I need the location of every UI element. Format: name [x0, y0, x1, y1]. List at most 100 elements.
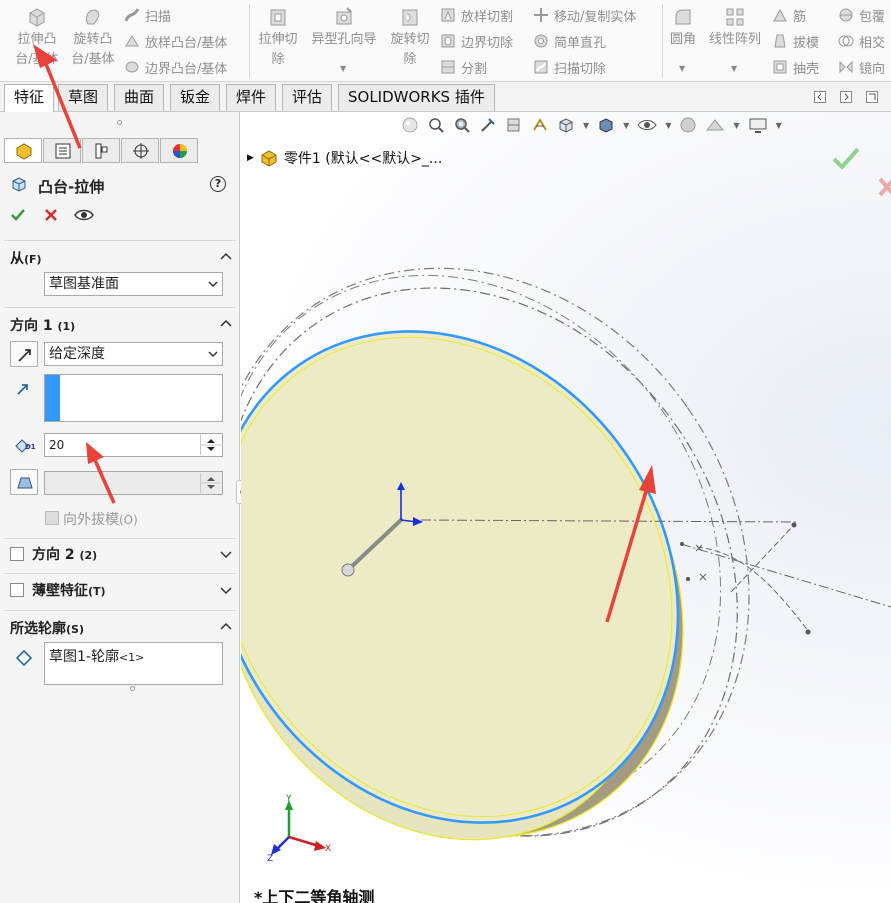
tab-display-manager[interactable]	[160, 138, 198, 163]
preview-eye-icon[interactable]	[74, 208, 94, 222]
hole-wizard-button[interactable]: 异型孔向导	[306, 6, 382, 50]
panel-options-icon[interactable]	[866, 91, 878, 103]
simple-hole-label: 简单直孔	[554, 35, 607, 51]
intersect-button[interactable]: 相交	[838, 30, 885, 52]
spin-up-down-icon	[201, 477, 221, 489]
tab-features[interactable]: 特征	[4, 84, 55, 112]
direction2-title-text: 方向 2	[32, 547, 75, 563]
tab-surfaces[interactable]: 曲面	[114, 84, 165, 111]
tab-feature-manager[interactable]	[4, 138, 42, 163]
draft-angle-spinbox[interactable]	[44, 471, 223, 495]
linear-pattern-dropdown[interactable]: ▼	[731, 64, 737, 73]
command-tab-bar: 特征 草图 曲面 钣金 焊件 评估 SOLIDWORKS 插件	[0, 82, 891, 112]
loft-cut-button[interactable]: 放样切割	[440, 4, 513, 26]
tab-solidworks-addins[interactable]: SOLIDWORKS 插件	[338, 84, 495, 111]
extrude-boss-button[interactable]: 拉伸凸 台/基体	[10, 6, 64, 70]
tab-sketch[interactable]: 草图	[58, 84, 109, 111]
simple-hole-button[interactable]: 简单直孔	[533, 30, 606, 52]
thin-feature-checkbox[interactable]	[10, 583, 24, 597]
tab-sheet-metal[interactable]: 钣金	[170, 84, 221, 111]
selection-highlight	[45, 375, 60, 421]
tab-dimxpert-manager[interactable]	[121, 138, 159, 163]
move-copy-body-label: 移动/复制实体	[554, 9, 637, 25]
wrap-button[interactable]: 包覆	[838, 4, 885, 26]
hole-wizard-dropdown[interactable]: ▼	[340, 64, 346, 73]
shell-button[interactable]: 抽壳	[772, 56, 819, 78]
sweep-cut-button[interactable]: 扫描切除	[533, 56, 606, 78]
revolve-cut-button[interactable]: 旋转切 除	[384, 6, 436, 70]
tab-configuration-manager[interactable]	[82, 138, 120, 163]
selected-contours-shortcut: (S)	[66, 623, 84, 636]
direction2-checkbox[interactable]	[10, 547, 24, 561]
boundary-cut-button[interactable]: 边界切除	[440, 30, 513, 52]
selected-contour-item[interactable]: 草图1-轮廓	[49, 649, 119, 665]
rib-button[interactable]: 筋	[772, 4, 806, 26]
chevron-up-icon[interactable]	[219, 250, 233, 264]
direction-reference-field[interactable]	[44, 374, 223, 422]
help-icon[interactable]: ?	[210, 176, 226, 192]
depth-spin-arrows[interactable]	[200, 435, 221, 455]
extrude-cut-label-1: 拉伸切	[258, 32, 298, 47]
draft-spin-arrows[interactable]	[200, 473, 221, 493]
chevron-up-icon[interactable]	[219, 317, 233, 331]
from-select[interactable]: 草图基准面	[44, 272, 223, 296]
reverse-direction-button[interactable]	[10, 341, 38, 367]
command-manager-ribbon: 拉伸凸 台/基体 旋转凸 台/基体 扫描 放样凸台/基体 边界凸台/基体 拉伸切…	[0, 0, 891, 82]
chevron-down-icon[interactable]	[219, 547, 233, 561]
direction1-section-title[interactable]: 方向 1 (1)	[10, 315, 75, 335]
drag-handle-knob[interactable]	[341, 563, 355, 577]
tab-property-manager[interactable]	[43, 138, 81, 163]
rib-label: 筋	[793, 9, 807, 25]
simple-hole-icon	[534, 34, 548, 48]
view-orientation-label: *上下二等角轴测	[254, 888, 375, 903]
chevron-down-icon[interactable]	[219, 583, 233, 597]
tab-weldments[interactable]: 焊件	[226, 84, 277, 111]
sweep-button[interactable]: 扫描	[124, 4, 171, 26]
construction-line	[680, 543, 891, 608]
thin-feature-section-title[interactable]: 薄壁特征(T)	[32, 580, 106, 600]
tab-evaluate[interactable]: 评估	[282, 84, 333, 111]
panel-grip[interactable]	[117, 120, 122, 125]
draft-button[interactable]: 拔模	[772, 30, 819, 52]
revolve-boss-label-1: 旋转凸	[73, 32, 113, 47]
list-resize-grip[interactable]	[130, 686, 135, 691]
from-shortcut: (F)	[24, 253, 42, 266]
from-section-title[interactable]: 从(F)	[10, 248, 42, 268]
draft-outward-checkbox[interactable]	[45, 511, 59, 525]
divider	[4, 538, 236, 539]
split-label: 分割	[461, 61, 488, 77]
ok-check-icon[interactable]	[10, 207, 26, 223]
boundary-cut-icon	[441, 34, 455, 48]
dimension-endpoint	[791, 522, 797, 528]
selected-contours-list[interactable]: 草图1-轮廓<1>	[44, 642, 223, 685]
split-button[interactable]: 分割	[440, 56, 487, 78]
extrude-preview-model[interactable]	[241, 112, 891, 903]
extrude-cut-button[interactable]: 拉伸切 除	[252, 6, 304, 70]
move-copy-body-button[interactable]: 移动/复制实体	[533, 4, 636, 26]
extrude-cut-label-2: 除	[271, 52, 285, 67]
cancel-x-icon[interactable]	[44, 208, 58, 222]
graphics-viewport[interactable]: ▼ ▼ ▼ ▼ ▼ ▶ 零件1 (默认<<默认>_... Y X Z *上下二等…	[241, 112, 891, 903]
extrude-boss-label-1: 拉伸凸	[17, 32, 57, 47]
end-condition-select[interactable]: 给定深度	[44, 342, 223, 366]
collapse-left-icon[interactable]	[814, 91, 826, 103]
fillet-dropdown[interactable]: ▼	[679, 64, 685, 73]
draft-on-off-button[interactable]	[10, 469, 38, 495]
boundary-boss-icon	[125, 61, 139, 73]
draft-outward-label: 向外拔模(O)	[63, 509, 138, 529]
property-manager-panel: 凸台-拉伸 ? 从(F) 草图基准面 方向 1 (1) 给定深度 D1 20 向…	[0, 112, 248, 903]
linear-pattern-button[interactable]: 线性阵列	[704, 6, 766, 50]
dimension-arc	[696, 546, 810, 633]
revolve-boss-button[interactable]: 旋转凸 台/基体	[66, 6, 120, 70]
fillet-button[interactable]: 圆角	[665, 6, 701, 50]
from-title-text: 从	[10, 251, 24, 267]
sweep-cut-icon	[534, 60, 548, 74]
chevron-up-icon[interactable]	[219, 620, 233, 634]
collapse-right-icon[interactable]	[840, 91, 852, 103]
mirror-button[interactable]: 镜向	[838, 56, 885, 78]
boundary-boss-button[interactable]: 边界凸台/基体	[124, 56, 227, 78]
depth-spinbox[interactable]: 20	[44, 433, 223, 457]
selected-contours-section-title[interactable]: 所选轮廓(S)	[10, 618, 84, 638]
loft-boss-button[interactable]: 放样凸台/基体	[124, 30, 227, 52]
direction2-section-title[interactable]: 方向 2 (2)	[32, 544, 97, 564]
